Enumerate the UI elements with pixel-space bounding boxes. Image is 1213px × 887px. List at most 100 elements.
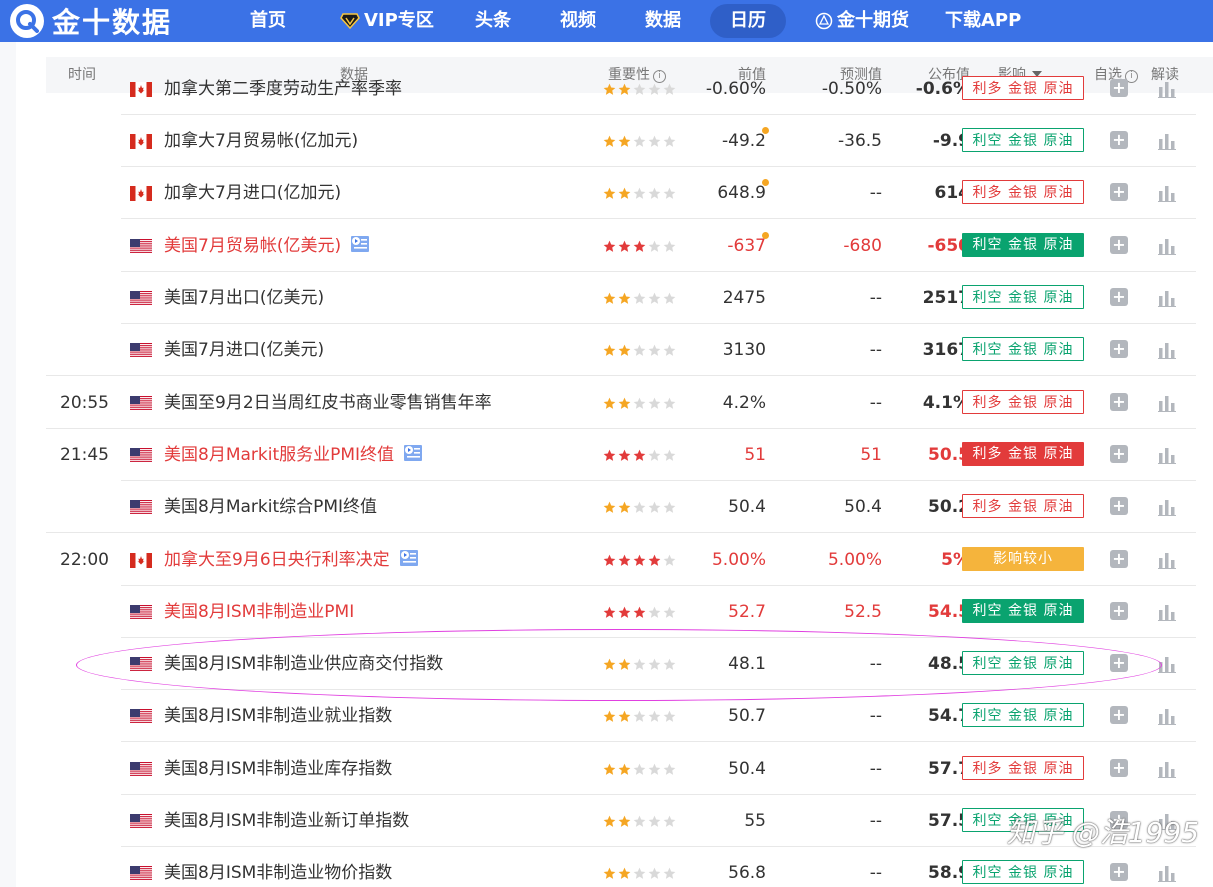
event-name[interactable]: 美国8月ISM非制造业PMI <box>164 586 354 638</box>
star-empty-icon <box>648 187 661 199</box>
event-name[interactable]: 美国7月进口(亿美元) <box>164 324 324 376</box>
nav-item-inner: 首页 <box>230 4 306 38</box>
add-watch-button[interactable]: + <box>1110 340 1128 358</box>
nav-item-7[interactable]: 下载APP <box>925 0 1041 42</box>
event-name[interactable]: 美国至9月2日当周红皮书商业零售销售年率 <box>164 377 492 429</box>
table-row[interactable]: 加拿大第二季度劳动生产率季率 -0.60% -0.50% -0.6% 利多 金银 原油 + <box>46 63 1213 115</box>
add-watch-button[interactable]: + <box>1110 759 1128 777</box>
star-filled-icon <box>603 240 616 252</box>
star-empty-icon <box>633 763 646 775</box>
nav-item-1[interactable]: VIP专区 <box>320 0 454 42</box>
table-row[interactable]: 美国8月ISM非制造业供应商交付指数 48.1 -- 48.5 利空 金银 原油 + <box>46 638 1213 690</box>
bar-chart-icon[interactable] <box>1158 498 1176 516</box>
add-watch-button[interactable]: + <box>1110 706 1128 724</box>
bar-chart-icon[interactable] <box>1158 184 1176 202</box>
table-row[interactable]: 加拿大7月进口(亿加元) 648.9 -- 614 利多 金银 原油 + <box>46 167 1213 219</box>
table-row[interactable]: 美国8月ISM非制造业就业指数 50.7 -- 54.7 利空 金银 原油 + <box>46 690 1213 742</box>
add-watch-button[interactable]: + <box>1110 602 1128 620</box>
event-name[interactable]: 美国8月ISM非制造业库存指数 <box>164 743 392 795</box>
table-row[interactable]: 美国8月ISM非制造业物价指数 56.8 -- 58.9 利空 金银 原油 + <box>46 847 1213 887</box>
star-filled-icon <box>618 606 631 618</box>
add-watch-button[interactable]: + <box>1110 863 1128 881</box>
event-name-label: 美国8月ISM非制造业供应商交付指数 <box>164 654 444 674</box>
bar-chart-icon[interactable] <box>1158 80 1176 98</box>
nav-item-0[interactable]: 首页 <box>230 0 306 42</box>
event-name[interactable]: 加拿大7月贸易帐(亿加元) <box>164 115 358 167</box>
video-interpret-icon[interactable] <box>349 223 371 275</box>
bar-chart-icon[interactable] <box>1158 289 1176 307</box>
bar-chart-icon[interactable] <box>1158 603 1176 621</box>
star-filled-icon <box>603 135 616 147</box>
forecast-value: 5.00% <box>827 550 882 570</box>
add-watch-button[interactable]: + <box>1110 183 1128 201</box>
bar-chart-icon[interactable] <box>1158 446 1176 464</box>
add-watch-button[interactable]: + <box>1110 445 1128 463</box>
table-row[interactable]: 21:45 美国8月Markit服务业PMI终值 51 51 50.5 利多 金银 原油 + <box>46 429 1213 481</box>
nav-item-2[interactable]: 头条 <box>455 0 531 42</box>
event-name-label: 美国7月进口(亿美元) <box>164 340 325 360</box>
table-row[interactable]: 美国7月贸易帐(亿美元) -637 -680 -650 利空 金银 原油 + <box>46 220 1213 272</box>
table-row[interactable]: 美国8月ISM非制造业PMI 52.7 52.5 54.5 利空 金银 原油 + <box>46 586 1213 638</box>
event-name[interactable]: 美国8月ISM非制造业就业指数 <box>164 690 392 742</box>
us-flag-icon <box>130 762 152 777</box>
importance-stars <box>603 63 678 115</box>
table-row[interactable]: 美国7月进口(亿美元) 3130 -- 3167 利空 金银 原油 + <box>46 324 1213 376</box>
bar-chart-icon[interactable] <box>1158 394 1176 412</box>
nav-item-3[interactable]: 视频 <box>540 0 616 42</box>
event-name[interactable]: 加拿大第二季度劳动生产率季率 <box>164 63 402 115</box>
bar-chart-icon[interactable] <box>1158 707 1176 725</box>
jin10-logo[interactable]: 金十数据 <box>10 0 172 42</box>
nav-item-5[interactable]: 日历 <box>710 0 786 42</box>
forecast-value: -- <box>869 393 882 413</box>
add-watch-button[interactable]: + <box>1110 550 1128 568</box>
bar-chart-icon[interactable] <box>1158 237 1176 255</box>
video-interpret-icon[interactable] <box>398 537 420 589</box>
event-name[interactable]: 美国7月出口(亿美元) <box>164 272 324 324</box>
event-name[interactable]: 加拿大至9月6日央行利率决定 <box>164 534 420 586</box>
event-name[interactable]: 美国7月贸易帐(亿美元) <box>164 220 371 272</box>
event-name[interactable]: 美国8月ISM非制造业新订单指数 <box>164 795 409 847</box>
previous-value: 5.00% <box>711 550 766 570</box>
bar-chart-icon[interactable] <box>1158 341 1176 359</box>
table-row[interactable]: 加拿大7月贸易帐(亿加元) -49.2 -36.5 -9.9 利空 金银 原油 + <box>46 115 1213 167</box>
table-row[interactable]: 美国8月ISM非制造业库存指数 50.4 -- 57.7 利多 金银 原油 + <box>46 743 1213 795</box>
top-navigation-bar: 金十数据 首页 VIP专区 头条 视频 数据 日历 金十期货 下载APP <box>0 0 1213 42</box>
nav-item-4[interactable]: 数据 <box>625 0 701 42</box>
add-watch-button[interactable]: + <box>1110 236 1128 254</box>
event-name-label: 美国8月ISM非制造业就业指数 <box>164 706 393 726</box>
add-watch-button[interactable]: + <box>1110 393 1128 411</box>
impact-badge: 利空 金银 原油 <box>962 233 1084 257</box>
add-watch-button[interactable]: + <box>1110 497 1128 515</box>
impact-badge: 利多 金银 原油 <box>962 756 1084 780</box>
actual-value: 5% <box>941 550 970 570</box>
bar-chart-icon[interactable] <box>1158 655 1176 673</box>
event-name[interactable]: 美国8月ISM非制造业物价指数 <box>164 847 392 887</box>
table-row[interactable]: 美国7月出口(亿美元) 2475 -- 2517 利空 金银 原油 + <box>46 272 1213 324</box>
previous-value: 56.8 <box>728 863 766 883</box>
previous-value: -49.2 <box>722 131 766 151</box>
bar-chart-icon[interactable] <box>1158 864 1176 882</box>
add-watch-button[interactable]: + <box>1110 131 1128 149</box>
event-name[interactable]: 美国8月Markit综合PMI终值 <box>164 481 377 533</box>
add-watch-button[interactable]: + <box>1110 79 1128 97</box>
event-name[interactable]: 美国8月ISM非制造业供应商交付指数 <box>164 638 443 690</box>
bar-chart-icon[interactable] <box>1158 132 1176 150</box>
add-watch-button[interactable]: + <box>1110 288 1128 306</box>
previous-value: 51 <box>744 445 766 465</box>
star-empty-icon <box>633 658 646 670</box>
nav-item-6[interactable]: 金十期货 <box>795 0 929 42</box>
video-interpret-icon[interactable] <box>402 432 424 484</box>
table-row[interactable]: 20:55 美国至9月2日当周红皮书商业零售销售年率 4.2% -- 4.1% 利多 金银… <box>46 377 1213 429</box>
us-flag-icon <box>130 239 152 254</box>
event-name[interactable]: 加拿大7月进口(亿加元) <box>164 167 341 219</box>
bar-chart-icon[interactable] <box>1158 551 1176 569</box>
add-watch-button[interactable]: + <box>1110 654 1128 672</box>
bar-chart-icon[interactable] <box>1158 760 1176 778</box>
importance-stars <box>603 638 678 690</box>
nav-item-label: 头条 <box>475 10 511 31</box>
table-row[interactable]: 美国8月Markit综合PMI终值 50.4 50.4 50.2 利多 金银 原油 + <box>46 481 1213 533</box>
event-name[interactable]: 美国8月Markit服务业PMI终值 <box>164 429 424 481</box>
forecast-value: -- <box>869 288 882 308</box>
event-name-label: 加拿大第二季度劳动生产率季率 <box>164 79 402 99</box>
table-row[interactable]: 22:00 加拿大至9月6日央行利率决定 5.00% 5.00% 5% 影响较小 + <box>46 534 1213 586</box>
